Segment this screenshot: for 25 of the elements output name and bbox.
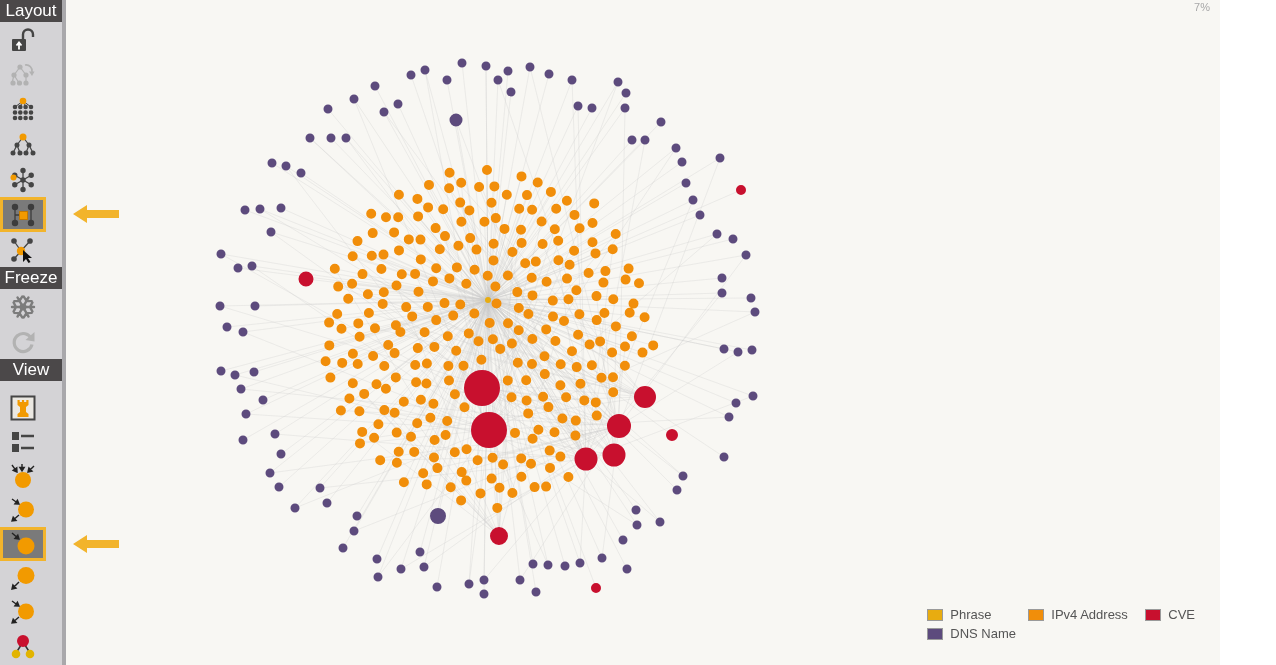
section-header: Layout xyxy=(0,0,62,22)
legend-label: IPv4 Address xyxy=(1051,607,1128,622)
hierarchy-icon xyxy=(10,96,36,123)
node-arrow-in-icon xyxy=(10,531,36,557)
snowflake-icon xyxy=(10,293,36,320)
node-in-out-icon xyxy=(10,497,36,523)
node-arrows-in-icon xyxy=(10,463,36,489)
rook-frame-icon xyxy=(10,395,36,421)
legend-label: DNS Name xyxy=(950,626,1016,641)
node-in-out-icon xyxy=(10,599,36,625)
node-grid-icon xyxy=(10,201,36,228)
tree-arrow-icon xyxy=(10,61,36,88)
node-arrow-out-icon xyxy=(10,565,36,591)
legend-label: Phrase xyxy=(950,607,992,622)
tree-icon xyxy=(10,131,36,158)
node-children-icon xyxy=(10,633,36,659)
radial-nodes-icon xyxy=(10,166,36,193)
legend-label: CVE xyxy=(1168,607,1195,622)
percentage-label: 7% xyxy=(1194,0,1210,14)
node-cursor-icon xyxy=(10,236,36,263)
section-header: View xyxy=(0,359,62,381)
padlock-icon xyxy=(10,26,36,53)
list-icon xyxy=(10,429,36,455)
section-header: Freeze xyxy=(0,267,62,289)
toolbar-button[interactable] xyxy=(0,197,46,232)
